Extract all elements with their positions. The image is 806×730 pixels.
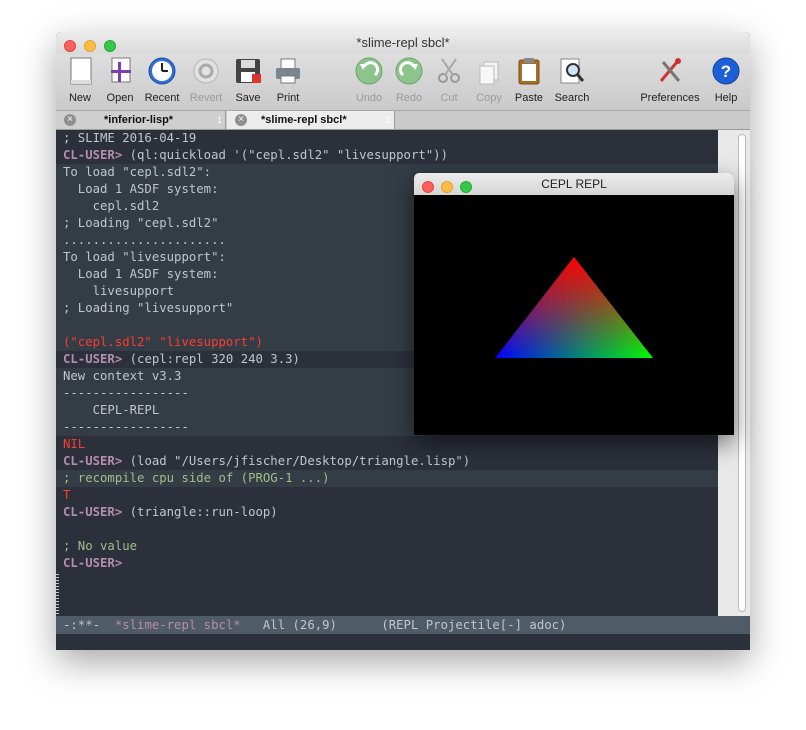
tab-number: 1 bbox=[216, 115, 222, 125]
gl-canvas bbox=[495, 257, 653, 358]
echo-area[interactable] bbox=[56, 634, 750, 650]
repl-input-line[interactable]: CL-USER> bbox=[56, 555, 718, 572]
help-button[interactable]: ? Help bbox=[701, 56, 750, 104]
help-label: Help bbox=[714, 92, 738, 104]
cepl-repl-window[interactable]: CEPL REPL bbox=[414, 173, 734, 435]
cepl-window-title: CEPL REPL bbox=[541, 177, 607, 191]
toolbar: New Open Recent Revert Save Print Undo R… bbox=[56, 54, 750, 111]
print-label: Print bbox=[276, 92, 300, 104]
cepl-title-bar: CEPL REPL bbox=[414, 173, 734, 195]
close-tab-icon[interactable]: × bbox=[64, 114, 76, 126]
copy-icon bbox=[474, 56, 504, 86]
repl-line: ; No value bbox=[63, 539, 138, 553]
repl-line: CL-USER> (load "/Users/jfischer/Desktop/… bbox=[63, 454, 471, 468]
tab-slime-repl[interactable]: × *slime-repl sbcl* 2 bbox=[227, 111, 395, 129]
window-title: *slime-repl sbcl* bbox=[356, 35, 450, 50]
title-bar: *slime-repl sbcl* bbox=[56, 32, 750, 54]
fringe-marker bbox=[56, 574, 59, 620]
mode-line: -:**- *slime-repl sbcl* All (26,9) (REPL… bbox=[56, 616, 750, 634]
repl-line: CL-USER> (triangle::run-loop) bbox=[63, 505, 278, 519]
zoom-window-button[interactable] bbox=[104, 40, 116, 52]
close-window-button[interactable] bbox=[422, 181, 434, 193]
mode-line-buffer-name: *slime-repl sbcl* bbox=[114, 618, 241, 632]
minimize-window-button[interactable] bbox=[441, 181, 453, 193]
repl-line bbox=[56, 521, 718, 538]
new-file-icon bbox=[65, 56, 95, 86]
tab-label: *inferior-lisp* bbox=[104, 114, 174, 126]
repl-prompt: CL-USER> bbox=[63, 454, 123, 468]
search-button[interactable]: Search bbox=[547, 56, 597, 104]
close-window-button[interactable] bbox=[64, 40, 76, 52]
repl-prompt: CL-USER> bbox=[63, 148, 123, 162]
scissors-icon bbox=[434, 56, 464, 86]
tab-number: 2 bbox=[385, 115, 391, 125]
redo-arrow-icon bbox=[394, 56, 424, 86]
help-question-icon: ? bbox=[711, 56, 741, 86]
minimize-window-button[interactable] bbox=[84, 40, 96, 52]
search-label: Search bbox=[554, 92, 590, 104]
recent-button[interactable]: Recent bbox=[137, 56, 187, 104]
wrench-screwdriver-icon bbox=[655, 56, 685, 86]
svg-text:?: ? bbox=[721, 62, 731, 81]
scrollbar-thumb[interactable] bbox=[738, 134, 746, 612]
clipboard-icon bbox=[514, 56, 544, 86]
save-disk-icon bbox=[233, 56, 263, 86]
repl-prompt: CL-USER> bbox=[63, 556, 123, 570]
tab-inferior-lisp[interactable]: × *inferior-lisp* 1 bbox=[56, 111, 226, 129]
repl-line: CL-USER> (ql:quickload '("cepl.sdl2" "li… bbox=[63, 148, 448, 162]
open-file-icon bbox=[105, 56, 135, 86]
preferences-label: Preferences bbox=[640, 92, 700, 104]
repl-result: NIL bbox=[63, 437, 86, 451]
tab-bar: × *inferior-lisp* 1 × *slime-repl sbcl* … bbox=[56, 111, 750, 130]
repl-line: ; SLIME 2016-04-19 bbox=[63, 131, 197, 145]
preferences-button[interactable]: Preferences bbox=[639, 56, 701, 104]
repl-prompt: CL-USER> bbox=[63, 352, 123, 366]
undo-arrow-icon bbox=[354, 56, 384, 86]
magnifier-icon bbox=[557, 56, 587, 86]
zoom-window-button[interactable] bbox=[460, 181, 472, 193]
repl-prompt: CL-USER> bbox=[63, 505, 123, 519]
repl-result: T bbox=[63, 488, 71, 502]
print-button[interactable]: Print bbox=[263, 56, 313, 104]
repl-line: ; recompile cpu side of (PROG-1 ...) bbox=[56, 470, 718, 487]
revert-icon bbox=[191, 56, 221, 86]
close-tab-icon[interactable]: × bbox=[235, 114, 247, 126]
clock-icon bbox=[147, 56, 177, 86]
tab-label: *slime-repl sbcl* bbox=[261, 114, 347, 126]
printer-icon bbox=[273, 56, 303, 86]
recent-label: Recent bbox=[144, 92, 180, 104]
